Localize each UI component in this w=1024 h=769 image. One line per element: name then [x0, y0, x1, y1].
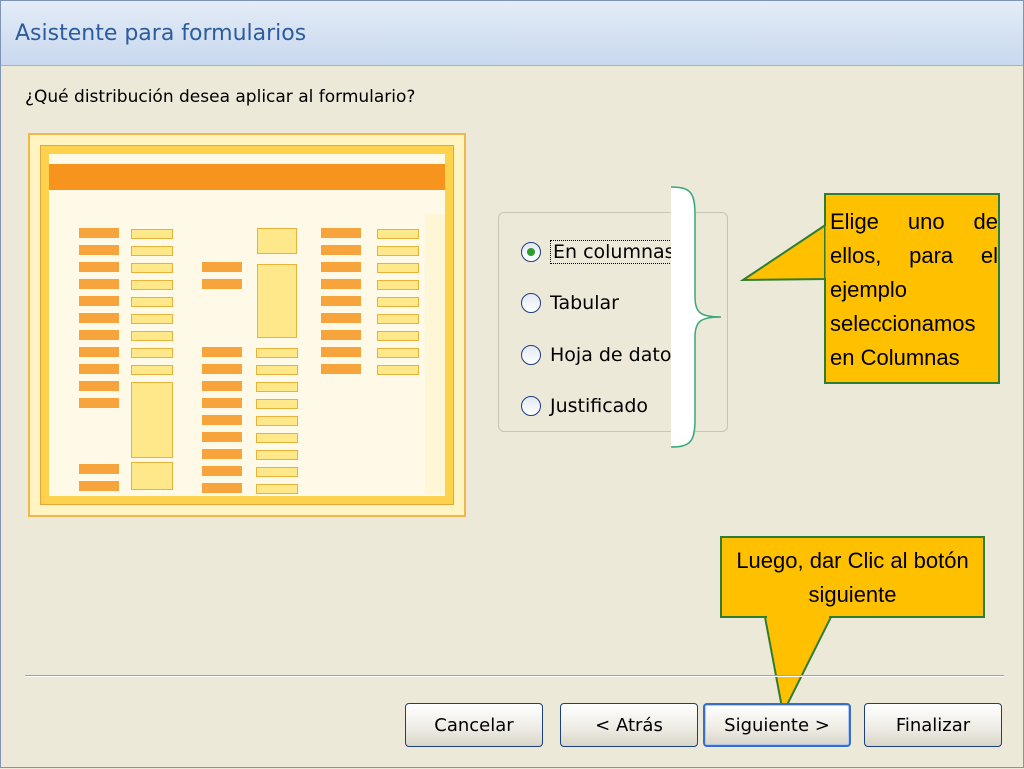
radio-en-columnas[interactable]: [521, 242, 541, 262]
callout-next-text: Luego, dar Clic al botón siguiente: [736, 548, 969, 607]
option-label: Hoja de datos: [550, 344, 682, 366]
layout-preview-image: [28, 133, 466, 517]
brace-annotation: [670, 186, 722, 448]
radio-justificado[interactable]: [521, 396, 541, 416]
cancel-button[interactable]: Cancelar: [405, 703, 543, 747]
window-title: Asistente para formularios: [15, 21, 307, 46]
finish-button[interactable]: Finalizar: [864, 703, 1002, 747]
button-separator: [25, 675, 1004, 677]
callout-choose-text: Elige uno de ellos, para el ejemplo sele…: [830, 209, 998, 370]
form-wizard-dialog: Asistente para formularios ¿Qué distribu…: [0, 0, 1024, 768]
option-en-columnas[interactable]: En columnas: [521, 240, 678, 264]
option-label: Tabular: [550, 292, 619, 314]
option-label: En columnas: [550, 240, 678, 264]
option-justificado[interactable]: Justificado: [521, 395, 648, 417]
option-tabular[interactable]: Tabular: [521, 292, 619, 314]
title-bar: Asistente para formularios: [1, 1, 1023, 66]
layout-question: ¿Qué distribución desea aplicar al formu…: [25, 87, 416, 107]
callout-choose-option: Elige uno de ellos, para el ejemplo sele…: [824, 193, 1000, 384]
option-hoja-de-datos[interactable]: Hoja de datos: [521, 344, 681, 366]
back-button[interactable]: < Atrás: [560, 703, 698, 747]
radio-hoja-de-datos[interactable]: [521, 345, 541, 365]
radio-tabular[interactable]: [521, 293, 541, 313]
radio-selected-dot: [527, 248, 535, 256]
next-button[interactable]: Siguiente >: [703, 703, 851, 747]
callout-click-next: Luego, dar Clic al botón siguiente: [720, 536, 985, 618]
option-label: Justificado: [550, 395, 649, 417]
preview-header-bar: [49, 164, 445, 190]
